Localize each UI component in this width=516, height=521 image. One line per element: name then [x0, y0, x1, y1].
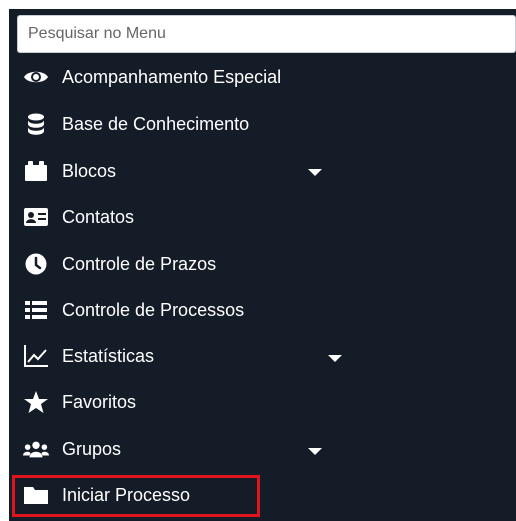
menu-item-estatisticas[interactable]: Estatísticas — [9, 334, 516, 378]
menu-item-label: Controle de Prazos — [62, 253, 217, 274]
menu-item-label: Iniciar Processo — [62, 484, 191, 505]
menu-item-blocos[interactable]: Blocos — [9, 149, 516, 193]
chevron-down-icon[interactable] — [308, 448, 322, 455]
menu-item-contatos[interactable]: Contatos — [9, 195, 516, 239]
chevron-down-icon[interactable] — [328, 355, 342, 362]
menu-item-label: Estatísticas — [62, 345, 155, 366]
folder-icon — [23, 482, 49, 508]
menu-item-acompanhamento-especial[interactable]: Acompanhamento Especial — [9, 55, 516, 99]
side-menu: Acompanhamento Especial Base de Conhecim… — [9, 9, 516, 521]
chevron-down-icon[interactable] — [308, 169, 322, 176]
menu-item-grupos[interactable]: Grupos — [9, 427, 516, 471]
menu-item-controle-de-prazos[interactable]: Controle de Prazos — [9, 242, 516, 286]
database-icon — [23, 111, 49, 137]
star-icon — [23, 389, 49, 415]
menu-item-label: Blocos — [62, 160, 117, 181]
users-icon — [23, 436, 49, 462]
blocks-icon — [23, 158, 49, 184]
clock-icon — [23, 251, 49, 277]
menu-item-iniciar-processo[interactable]: Iniciar Processo — [9, 473, 516, 517]
menu-item-favoritos[interactable]: Favoritos — [9, 380, 516, 424]
menu-item-label: Favoritos — [62, 391, 137, 412]
menu-search-input[interactable] — [17, 15, 516, 53]
menu-item-base-de-conhecimento[interactable]: Base de Conhecimento — [9, 102, 516, 146]
menu-item-label: Contatos — [62, 206, 135, 227]
menu-item-label: Grupos — [62, 438, 122, 459]
eye-icon — [23, 64, 49, 90]
menu-item-label: Base de Conhecimento — [62, 113, 250, 134]
line-chart-icon — [23, 343, 49, 369]
menu-item-label: Controle de Processos — [62, 299, 245, 320]
list-icon — [23, 297, 49, 323]
contact-card-icon — [23, 204, 49, 230]
menu-item-label: Acompanhamento Especial — [62, 66, 282, 87]
menu-item-controle-de-processos[interactable]: Controle de Processos — [9, 288, 516, 332]
